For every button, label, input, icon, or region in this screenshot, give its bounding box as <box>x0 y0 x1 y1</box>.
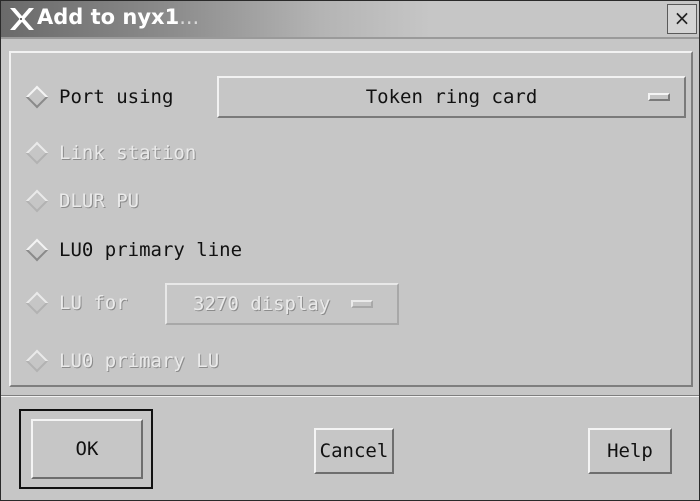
title-bar[interactable]: Add to nyx1... × <box>1 1 699 39</box>
radio-dlur-pu[interactable]: DLUR PU <box>25 186 139 216</box>
radio-diamond-icon[interactable] <box>25 189 49 213</box>
port-option-value: Token ring card <box>365 86 538 108</box>
radio-lu0-primary-line[interactable]: LU0 primary line <box>25 235 242 265</box>
radio-lu0-primary-lu[interactable]: LU0 primary LU <box>25 346 219 376</box>
radio-label-dlur-pu: DLUR PU <box>59 190 140 212</box>
help-button[interactable]: Help <box>588 428 672 474</box>
close-button[interactable]: × <box>667 4 697 34</box>
radio-diamond-icon[interactable] <box>25 238 49 262</box>
radio-label-link-station: Link station <box>59 142 197 164</box>
radio-label-port-using: Port using <box>59 86 174 108</box>
radio-diamond-icon[interactable] <box>25 349 49 373</box>
dialog-window: Add to nyx1... × Port using Token ring c… <box>0 0 700 501</box>
option-menu-bar-icon <box>648 93 670 101</box>
radio-label-lu-for: LU for <box>59 292 128 314</box>
port-option-menu[interactable]: Token ring card <box>217 76 686 118</box>
radio-port-using[interactable]: Port using <box>25 82 173 112</box>
x-window-logo-icon <box>10 8 34 30</box>
radio-diamond-icon[interactable] <box>25 85 49 109</box>
radio-link-station[interactable]: Link station <box>25 138 196 168</box>
button-separator <box>1 395 699 397</box>
lu-option-menu[interactable]: 3270 display <box>165 283 399 325</box>
cancel-button[interactable]: Cancel <box>314 428 394 474</box>
radio-lu-for[interactable]: LU for <box>25 288 128 318</box>
window-title: Add to nyx1... <box>37 5 200 29</box>
lu-option-value: 3270 display <box>193 293 331 315</box>
option-menu-bar-icon <box>351 300 373 308</box>
radio-label-lu0-primary-lu: LU0 primary LU <box>59 350 220 372</box>
ok-button[interactable]: OK <box>31 419 143 479</box>
radio-diamond-icon[interactable] <box>25 291 49 315</box>
close-icon: × <box>673 6 691 30</box>
radio-diamond-icon[interactable] <box>25 141 49 165</box>
radio-label-lu0-primary-line: LU0 primary line <box>59 239 243 261</box>
